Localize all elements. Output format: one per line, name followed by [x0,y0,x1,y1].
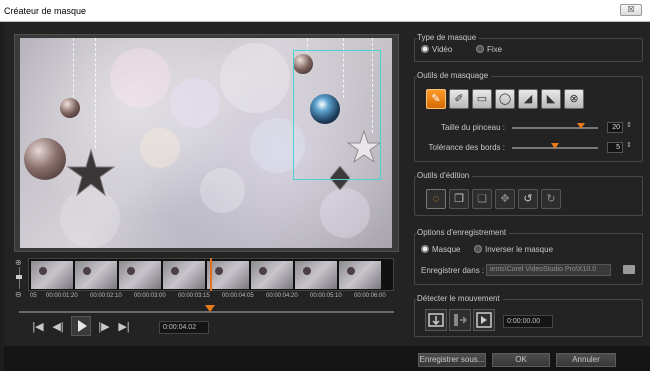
motion-detect-title: Détecter le mouvement [417,294,503,303]
current-timecode-field[interactable]: 0:00:04.02 [159,321,209,334]
motion-timecode-field[interactable]: 0:00:00.00 [503,315,553,328]
previous-frame-button[interactable]: ◀| [50,320,66,334]
go-to-start-button[interactable]: |◀ [30,320,46,334]
timecode-label: 00:00:06:00 [354,293,386,299]
brush-size-value[interactable]: 20 [607,122,623,133]
smart-brush-icon[interactable]: ✐ [449,89,469,109]
mask-radio[interactable] [421,245,429,253]
save-as-button[interactable]: Enregistrer sous... [418,353,486,367]
invert-mask-radio[interactable] [474,245,482,253]
paste-icon[interactable]: ❑ [472,189,492,209]
edge-tolerance-label: Tolérance des bords : [428,143,506,152]
ornament-sphere-small [60,98,80,118]
brush-size-label: Taille du pinceau : [440,123,505,132]
track-frame-icon[interactable] [449,309,471,331]
smart-eraser-icon[interactable]: ◣ [541,89,561,109]
mask-type-title: Type de masque [417,33,480,42]
masking-tools-title: Outils de masquage [417,71,492,80]
mask-selection-rectangle[interactable] [293,50,381,180]
title-bar: Créateur de masque ☒ [0,0,650,22]
window-title: Créateur de masque [4,6,87,16]
select-transform-icon[interactable]: ◌ [426,189,446,209]
clear-icon[interactable]: ⊗ [564,89,584,109]
zoom-out-icon[interactable]: ⊖ [15,290,22,299]
play-button[interactable] [71,316,91,336]
save-options-group [414,233,643,285]
edit-tools-title: Outils d'édition [417,171,473,180]
star-ornament-left [66,148,116,197]
video-preview[interactable] [20,38,392,248]
rotate-right-icon[interactable]: ↻ [541,189,561,209]
timecode-label: 00:00:01:20 [46,293,78,299]
video-radio[interactable] [421,45,429,53]
folder-icon[interactable] [623,265,635,274]
rect-icon[interactable]: ▭ [472,89,492,109]
timecode-label: 00:00:04:05 [222,293,254,299]
timeline-playhead[interactable] [210,258,212,291]
save-options-title: Options d'enregistrement [417,228,510,237]
brush-size-knob[interactable] [577,123,585,129]
save-path-field[interactable]: ients\Corel VideoStudio Pro\X10.0 [486,264,611,276]
next-frame-button[interactable]: |▶ [96,320,112,334]
ellipse-icon[interactable]: ◯ [495,89,515,109]
brush-size-spinner-icon[interactable]: ⇕ [626,121,632,129]
copy-icon[interactable]: ❐ [449,189,469,209]
timecode-label: 00:00:05:10 [310,293,342,299]
brush-icon[interactable]: ✎ [426,89,446,109]
save-in-label: Enregistrer dans : [421,266,485,275]
timecode-ruler: 05 00:00:01:20 00:00:02:10 00:00:03:00 0… [28,293,394,303]
close-button[interactable]: ☒ [620,4,642,16]
rotate-left-icon[interactable]: ↺ [518,189,538,209]
ok-button[interactable]: OK [492,353,550,367]
ornament-sphere-large [24,138,66,180]
fixed-radio[interactable] [476,45,484,53]
eraser-icon[interactable]: ◢ [518,89,538,109]
invert-mask-radio-label[interactable]: Inverser le masque [485,245,553,254]
video-radio-label[interactable]: Vidéo [432,45,452,54]
timecode-label: 00:00:03:15 [178,293,210,299]
timecode-label: 00:00:03:00 [134,293,166,299]
edge-tolerance-knob[interactable] [551,143,559,149]
go-to-end-button[interactable]: ▶| [116,320,132,334]
mask-radio-label[interactable]: Masque [432,245,460,254]
move-icon[interactable]: ✥ [495,189,515,209]
zoom-slider-knob[interactable] [16,275,22,279]
track-step-icon[interactable] [473,309,495,331]
timecode-label: 00:00:02:10 [90,293,122,299]
timecode-label: 05 [30,293,37,299]
brush-size-slider[interactable] [512,127,598,129]
button-bar [4,346,650,371]
cancel-button[interactable]: Annuler [556,353,616,367]
edge-tolerance-spinner-icon[interactable]: ⇕ [626,141,632,149]
timecode-label: 00:00:04:20 [266,293,298,299]
scrub-knob[interactable] [205,305,215,312]
track-to-end-icon[interactable] [425,309,447,331]
zoom-in-icon[interactable]: ⊕ [15,258,22,267]
fixed-radio-label[interactable]: Fixe [487,45,502,54]
edge-tolerance-value[interactable]: 5 [607,142,623,153]
